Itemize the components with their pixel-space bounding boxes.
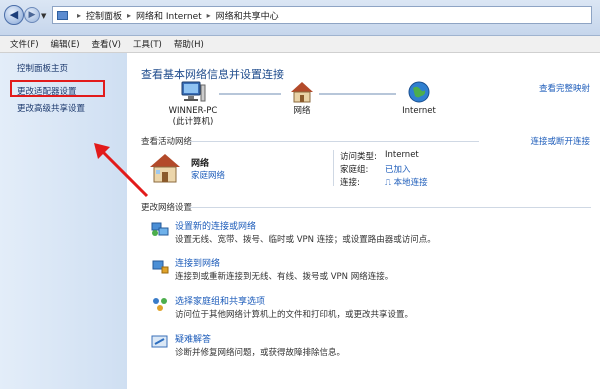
active-network-name: 网络: [191, 159, 210, 169]
network-setup-icon: [151, 222, 169, 236]
task-desc: 连接到或重新连接到无线、有线、拨号或 VPN 网络连接。: [175, 272, 394, 282]
task-connect-network: 连接到网络 连接到或重新连接到无线、有线、拨号或 VPN 网络连接。: [151, 256, 591, 286]
globe-icon: [408, 81, 430, 103]
homegroup-label: 家庭组:: [340, 165, 369, 175]
menu-edit[interactable]: 编辑(E): [51, 38, 80, 50]
page-title: 查看基本网络信息并设置连接: [141, 68, 284, 81]
divider: [189, 141, 479, 142]
breadcrumb-item[interactable]: 控制面板: [86, 9, 122, 22]
task-link[interactable]: 连接到网络: [175, 256, 220, 269]
homegroup-link[interactable]: 已加入: [385, 163, 411, 175]
breadcrumb[interactable]: ▸ 控制面板 ▸ 网络和 Internet ▸ 网络和共享中心: [52, 6, 592, 24]
network-label: 网络: [293, 106, 311, 116]
breadcrumb-item[interactable]: 网络和 Internet: [136, 9, 202, 22]
homegroup-icon: [153, 298, 167, 311]
house-icon: [291, 82, 313, 103]
back-button[interactable]: ◀: [4, 5, 24, 25]
task-link[interactable]: 选择家庭组和共享选项: [175, 294, 265, 307]
map-node-internet[interactable]: Internet: [389, 81, 449, 117]
menu-bar: 文件(F) 编辑(E) 查看(V) 工具(T) 帮助(H): [0, 36, 600, 53]
forward-arrow-icon: ▶: [28, 10, 36, 20]
active-network-type-link[interactable]: 家庭网络: [191, 169, 225, 181]
computer-icon: [181, 81, 206, 102]
task-desc: 访问位于其他网络计算机上的文件和打印机，或更改共享设置。: [175, 310, 414, 320]
sidebar-item-home[interactable]: 控制面板主页: [17, 62, 68, 74]
breadcrumb-item[interactable]: 网络和共享中心: [216, 9, 279, 22]
chevron-right-icon: ▸: [77, 10, 82, 20]
connect-icon: [152, 260, 169, 274]
task-link[interactable]: 疑难解答: [175, 332, 211, 345]
internet-label: Internet: [402, 106, 436, 116]
local-connection-text: 本地连接: [393, 178, 428, 188]
back-arrow-icon: ◀: [9, 8, 19, 21]
troubleshoot-icon: [151, 335, 168, 348]
change-settings-header: 更改网络设置: [141, 203, 193, 213]
access-type-label: 访问类型:: [340, 152, 377, 162]
chevron-right-icon: ▸: [206, 10, 211, 20]
task-homegroup-sharing: 选择家庭组和共享选项 访问位于其他网络计算机上的文件和打印机，或更改共享设置。: [151, 294, 591, 324]
ethernet-icon: ⎍: [385, 178, 394, 188]
menu-view[interactable]: 查看(V): [92, 38, 121, 50]
main-panel: 查看基本网络信息并设置连接 查看完整映射 WINNER-PC (此计算机) 网络…: [127, 53, 600, 389]
full-map-link[interactable]: 查看完整映射: [539, 82, 590, 94]
control-panel-icon: [57, 10, 68, 20]
sidebar: 控制面板主页 更改适配器设置 更改高级共享设置: [0, 53, 149, 389]
divider: [189, 207, 591, 208]
menu-tools[interactable]: 工具(T): [133, 38, 162, 50]
active-networks-header: 查看活动网络: [141, 137, 193, 147]
menu-help[interactable]: 帮助(H): [174, 38, 204, 50]
address-bar: ◀ ▶ ▼ ▸ 控制面板 ▸ 网络和 Internet ▸ 网络和共享中心: [0, 0, 600, 36]
map-connector: [319, 93, 396, 95]
computer-sub: (此计算机): [172, 117, 214, 127]
chevron-right-icon: ▸: [127, 10, 132, 20]
menu-file[interactable]: 文件(F): [10, 38, 39, 50]
computer-name: WINNER-PC: [168, 106, 218, 116]
task-troubleshoot: 疑难解答 诊断并修复网络问题，或获得故障排除信息。: [151, 332, 591, 362]
sidebar-item-advanced-sharing[interactable]: 更改高级共享设置: [17, 102, 85, 114]
access-type-value: Internet: [385, 150, 419, 160]
map-node-network[interactable]: 网络: [282, 81, 322, 117]
connect-disconnect-link[interactable]: 连接或断开连接: [530, 135, 590, 147]
map-node-computer[interactable]: WINNER-PC (此计算机): [153, 81, 233, 128]
local-connection-link[interactable]: ⎍ 本地连接: [385, 176, 428, 188]
highlight-box: [10, 80, 105, 97]
task-desc: 设置无线、宽带、拨号、临时或 VPN 连接；或设置路由器或访问点。: [175, 235, 436, 245]
task-link[interactable]: 设置新的连接或网络: [175, 219, 256, 232]
connections-label: 连接:: [340, 178, 360, 188]
house-icon: [150, 154, 180, 183]
task-setup-connection: 设置新的连接或网络 设置无线、宽带、拨号、临时或 VPN 连接；或设置路由器或访…: [151, 219, 591, 249]
divider: [333, 150, 334, 186]
recent-pages-dropdown[interactable]: ▼: [41, 12, 48, 20]
forward-button[interactable]: ▶: [24, 7, 40, 23]
task-desc: 诊断并修复网络问题，或获得故障排除信息。: [175, 348, 346, 358]
